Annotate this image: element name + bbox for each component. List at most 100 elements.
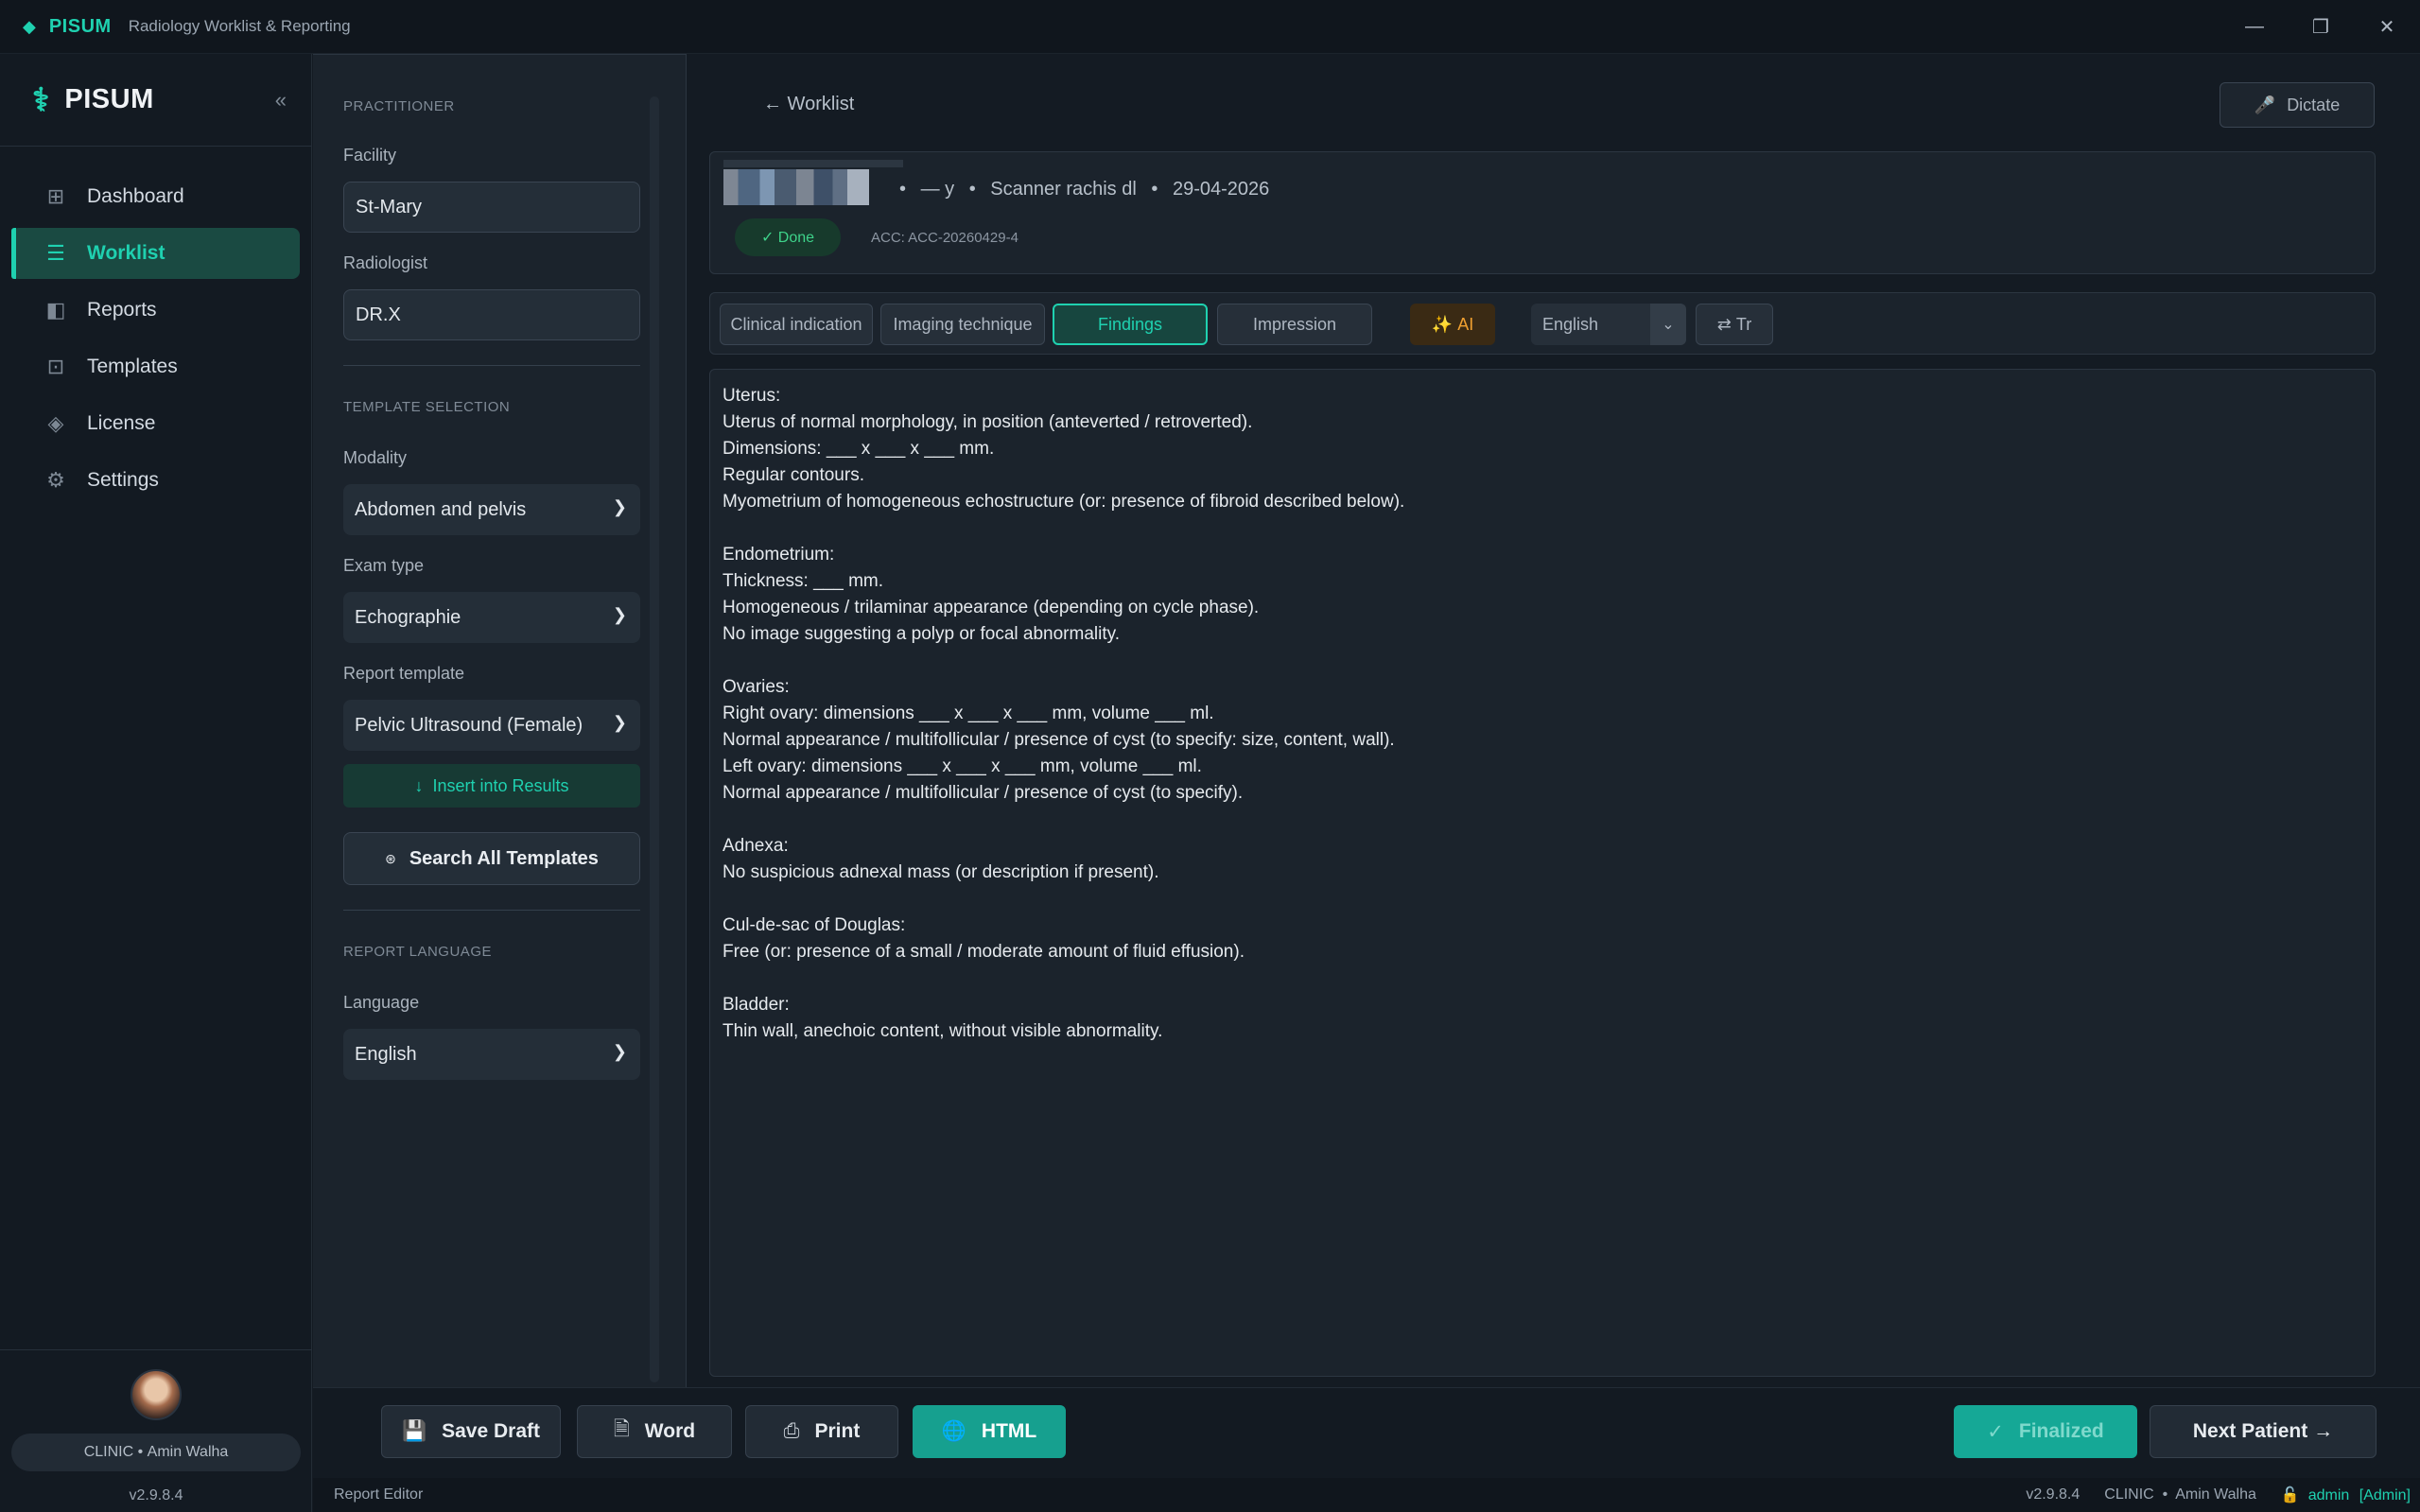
- status-username: admin: [2307, 1487, 2350, 1503]
- document-icon: 🗎: [613, 1417, 630, 1440]
- app-logo-icon: ◆: [23, 16, 36, 36]
- config-scrollbar[interactable]: [650, 96, 659, 1382]
- status-version: v2.9.8.4: [2026, 1486, 2081, 1503]
- app-title: PISUM: [48, 15, 112, 37]
- editor-language-value: English: [1542, 314, 1599, 334]
- report-line: Free (or: presence of a small / moderate…: [723, 942, 1245, 962]
- status-clinic-name: CLINIC: [2104, 1486, 2154, 1503]
- user-pill[interactable]: CLINIC • Amin Walha: [11, 1434, 301, 1471]
- exam-description: Scanner rachis dl: [990, 179, 1137, 200]
- tab-imaging-technique[interactable]: Imaging technique: [880, 304, 1045, 345]
- dictate-label: Dictate: [2287, 95, 2341, 114]
- caduceus-icon: ⚕: [32, 81, 50, 118]
- action-bar: 💾 Save Draft 🗎 Word ⎙ Print 🌐 HTML ✓ Fin…: [313, 1387, 2420, 1478]
- save-draft-button[interactable]: 💾 Save Draft: [381, 1405, 561, 1458]
- report-line: [723, 807, 2375, 833]
- report-line: Normal appearance / multifollicular / pr…: [723, 730, 1395, 750]
- clinic-name: CLINIC: [83, 1444, 134, 1460]
- list-icon: ☰: [46, 241, 65, 265]
- maximize-icon[interactable]: ❐: [2288, 0, 2354, 54]
- window-controls: — ❐ ✕: [2221, 0, 2420, 54]
- divider: [343, 365, 640, 366]
- check-icon: ✓: [1987, 1420, 2004, 1443]
- modality-label: Modality: [343, 448, 408, 467]
- sparkle-icon: ✨: [1431, 314, 1458, 334]
- status-left-text: Report Editor: [334, 1486, 424, 1503]
- report-line: Uterus of normal morphology, in position…: [723, 412, 1253, 432]
- exam-type-label: Exam type: [343, 556, 425, 575]
- separator-dot: •: [899, 179, 907, 200]
- language-value: English: [355, 1043, 417, 1065]
- sidebar-item-license[interactable]: ◈ License: [11, 398, 300, 449]
- ai-button[interactable]: ✨ AI: [1410, 304, 1495, 345]
- export-word-button[interactable]: 🗎 Word: [577, 1405, 732, 1458]
- sidebar-item-templates[interactable]: ⊡ Templates: [11, 341, 300, 392]
- export-html-button[interactable]: 🌐 HTML: [913, 1405, 1066, 1458]
- sidebar-item-settings[interactable]: ⚙ Settings: [11, 455, 300, 506]
- radiologist-label: Radiologist: [343, 253, 428, 272]
- sidebar-header: ⚕ PISUM «: [0, 54, 311, 147]
- patient-name-redacted: [723, 160, 903, 205]
- facility-input[interactable]: St-Mary: [343, 182, 640, 233]
- insert-into-results-button[interactable]: ↓ Insert into Results: [343, 764, 640, 808]
- report-line: Ovaries:: [723, 677, 790, 697]
- status-badge: ✓ Done: [735, 218, 841, 256]
- status-bar: Report Editor v2.9.8.4 CLINIC • Amin Wal…: [313, 1478, 2420, 1512]
- sidebar-item-dashboard[interactable]: ⊞ Dashboard: [11, 171, 300, 222]
- report-line: Normal appearance / multifollicular / pr…: [723, 783, 1244, 803]
- close-icon[interactable]: ✕: [2354, 0, 2420, 54]
- report-line: Right ovary: dimensions ___ x ___ x ___ …: [723, 704, 1214, 723]
- report-line: Regular contours.: [723, 465, 864, 485]
- report-language-select[interactable]: English ❯: [343, 1029, 640, 1080]
- finalized-button[interactable]: ✓ Finalized: [1954, 1405, 2137, 1458]
- tab-impression[interactable]: Impression: [1217, 304, 1372, 345]
- translate-button[interactable]: ⇄ Tr: [1696, 304, 1773, 345]
- modality-select[interactable]: Abdomen and pelvis ❯: [343, 484, 640, 535]
- print-button[interactable]: ⎙ Print: [745, 1405, 898, 1458]
- findings-text-editor[interactable]: Uterus: Uterus of normal morphology, in …: [709, 369, 2376, 1377]
- report-template-select[interactable]: Pelvic Ultrasound (Female) ❯: [343, 700, 640, 751]
- separator-dot: •: [968, 179, 976, 200]
- status-clinic: CLINIC • Amin Walha: [2104, 1486, 2256, 1503]
- status-role: [Admin]: [2359, 1487, 2411, 1503]
- report-line: Dimensions: ___ x ___ x ___ mm.: [723, 439, 995, 459]
- template-section-title: TEMPLATE SELECTION: [343, 399, 511, 415]
- search-icon: ⊛: [385, 850, 396, 866]
- microphone-icon: 🎤: [2254, 95, 2276, 114]
- chevron-down-icon: ❯: [612, 713, 627, 732]
- report-line: [723, 965, 2375, 992]
- status-user[interactable]: 🔓 admin [Admin]: [2281, 1486, 2411, 1504]
- swap-icon: ⇄: [1716, 314, 1736, 334]
- radiologist-input[interactable]: DR.X: [343, 289, 640, 340]
- save-draft-label: Save Draft: [442, 1420, 541, 1442]
- report-line: Myometrium of homogeneous echostructure …: [723, 492, 1405, 512]
- html-label: HTML: [981, 1420, 1037, 1442]
- print-label: Print: [814, 1420, 861, 1442]
- patient-info: • — y • Scanner rachis dl • 29-04-2026: [899, 179, 1279, 200]
- finalized-label: Finalized: [2018, 1420, 2104, 1442]
- sidebar-footer: CLINIC • Amin Walha v2.9.8.4: [0, 1349, 312, 1512]
- exam-type-select[interactable]: Echographie ❯: [343, 592, 640, 643]
- sidebar-item-reports[interactable]: ◧ Reports: [11, 285, 300, 336]
- sidebar-item-label: Settings: [87, 469, 159, 491]
- avatar[interactable]: [131, 1369, 182, 1420]
- separator-dot: •: [133, 1444, 148, 1460]
- report-line: Thin wall, anechoic content, without vis…: [723, 1021, 1163, 1041]
- tab-clinical-indication[interactable]: Clinical indication: [720, 304, 873, 345]
- editor-language-select[interactable]: English ⌄: [1531, 304, 1686, 345]
- tab-findings[interactable]: Findings: [1053, 304, 1208, 345]
- report-line: Thickness: ___ mm.: [723, 571, 883, 591]
- dictate-button[interactable]: 🎤 Dictate: [2220, 82, 2375, 128]
- grid-icon: ⊞: [46, 184, 65, 208]
- section-tabs: Clinical indication Imaging technique Fi…: [709, 292, 2376, 355]
- sidebar-item-worklist[interactable]: ☰ Worklist: [11, 228, 300, 279]
- minimize-icon[interactable]: —: [2221, 0, 2288, 54]
- report-icon: ◧: [45, 298, 66, 322]
- next-patient-button[interactable]: Next Patient →: [2150, 1405, 2376, 1458]
- sidebar-item-label: Reports: [87, 299, 157, 321]
- search-all-templates-button[interactable]: ⊛ Search All Templates: [343, 832, 640, 885]
- back-to-worklist-link[interactable]: ← Worklist: [763, 94, 854, 115]
- collapse-sidebar-icon[interactable]: «: [275, 88, 287, 113]
- report-line: [723, 886, 2375, 912]
- sidebar-item-label: Templates: [87, 356, 178, 377]
